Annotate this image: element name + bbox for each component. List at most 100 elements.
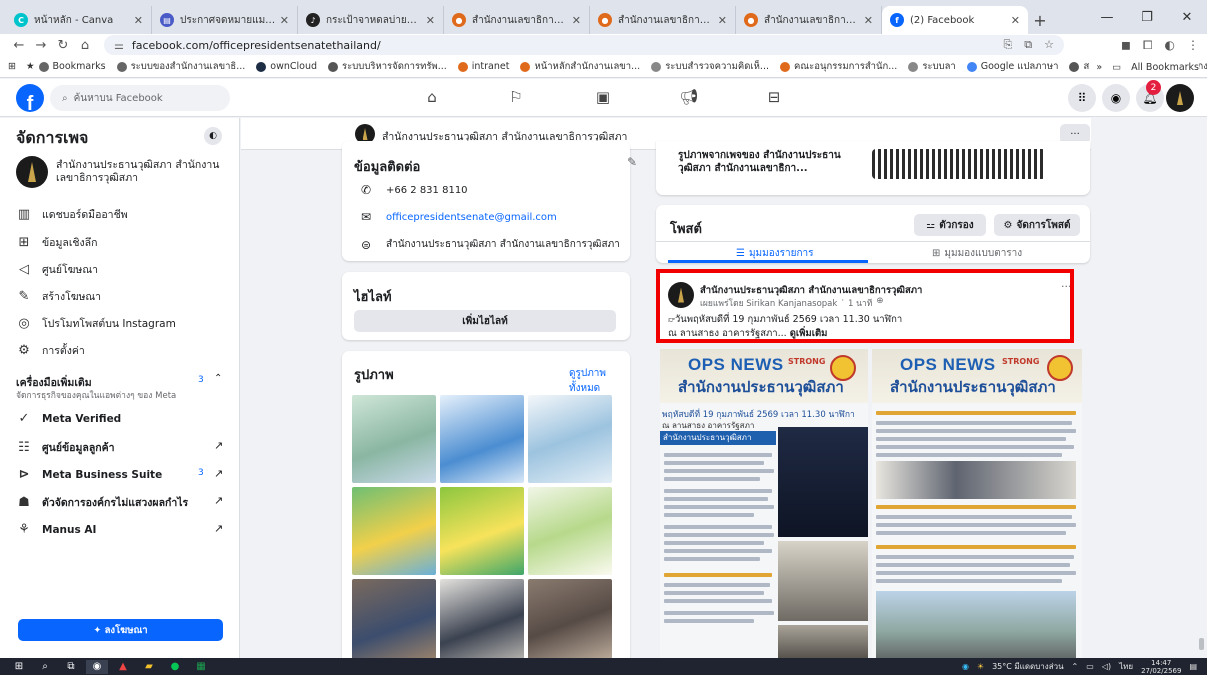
megaphone-nav-icon[interactable]: 📢︎ — [678, 88, 700, 108]
menu-grid-icon[interactable]: ⠿ — [1068, 84, 1096, 112]
tab-close-icon[interactable]: ✕ — [864, 14, 873, 27]
task-view-icon[interactable]: ⧉ — [60, 660, 82, 674]
flag-nav-icon[interactable]: ⚐ — [505, 88, 527, 108]
sidebar-item[interactable]: ◎ โปรโมทโพสต์บน Instagram — [16, 315, 176, 332]
browser-tab[interactable]: ♪ กระเป้าจาหดลบ่ายวนน้ำ ทำเองได้ทำ ✕ — [298, 6, 444, 34]
facebook-logo-icon[interactable]: f — [16, 84, 44, 112]
sidebar-page-profile[interactable]: สำนักงานประธานวุฒิสภา สำนักงานเลขาธิการว… — [16, 156, 226, 188]
scrollbar-thumb[interactable] — [1199, 638, 1204, 650]
photo-thumbnail[interactable] — [352, 579, 436, 667]
sidebar-item[interactable]: ⊞ ข้อมูลเชิงลึก — [16, 234, 98, 251]
tray-chevron-icon[interactable]: ⌃ — [1072, 662, 1079, 671]
restore-icon[interactable]: ❐ — [1127, 0, 1167, 34]
external-link-icon[interactable]: ↗ — [214, 522, 223, 535]
post-time[interactable]: 1 นาที — [848, 296, 872, 310]
taskbar-excel-icon[interactable]: ▦ — [190, 660, 212, 674]
post-image-left[interactable]: OPS NEWS STRONG สำนักงานประธานวุฒิสภา พฤ… — [660, 349, 868, 658]
reload-icon[interactable]: ↻ — [52, 38, 74, 53]
translate-icon[interactable]: ⎘ — [1003, 38, 1012, 52]
forward-icon[interactable]: → — [30, 38, 52, 53]
tab-close-icon[interactable]: ✕ — [426, 14, 435, 27]
photo-thumbnail[interactable] — [440, 487, 524, 575]
manage-posts-button[interactable]: ⚙ จัดการโพสต์ — [994, 214, 1080, 236]
browser-tab[interactable]: ● สำนักงานเลขาธิการวุฒิสภา ✕ — [444, 6, 590, 34]
photo-thumbnail[interactable] — [528, 487, 612, 575]
sidebar-item[interactable]: ⚙ การตั้งค่า — [16, 342, 85, 359]
star-icon[interactable]: ☆ — [1044, 38, 1054, 52]
bookmarks-more[interactable]: » — [1096, 62, 1102, 73]
browser-tab[interactable]: ▤ ประกาศจดหมายแมนต์ - A4 ✕ — [152, 6, 298, 34]
puzzle-icon[interactable]: ⧠ — [1143, 38, 1153, 53]
notification-center-icon[interactable]: ▤ — [1189, 662, 1197, 671]
promote-button[interactable]: ✦ ลงโฆษณา — [18, 619, 223, 641]
see-more-link[interactable]: ดูเพิ่มเติม — [790, 328, 828, 339]
external-link-icon[interactable]: ↗ — [214, 439, 223, 452]
edit-pencil-icon[interactable]: ✎ — [627, 155, 637, 169]
browser-tab[interactable]: C หน้าหลัก - Canva ✕ — [6, 6, 152, 34]
bookmark-item[interactable]: ระบบสำรวจความคิดเห็... — [651, 59, 769, 74]
apps-icon[interactable]: ⊞ — [8, 61, 16, 72]
site-info-icon[interactable]: ⚌ — [114, 39, 124, 52]
sidebar-tool-item[interactable]: ☗ ตัวจัดการองค์กรไม่แสวงผลกำไร — [16, 494, 188, 511]
home-nav-icon[interactable]: ⌂ — [421, 88, 443, 108]
tab-close-icon[interactable]: ✕ — [572, 14, 581, 27]
tray-volume-icon[interactable]: ◁) — [1102, 662, 1111, 671]
messenger-icon[interactable]: ◉ — [1102, 84, 1130, 112]
featured-photo-image[interactable] — [872, 149, 1046, 179]
see-all-photos-link[interactable]: ดูรูปภาพทั้งหมด — [569, 366, 630, 396]
tab-list-view[interactable]: ☰ มุมมองรายการ — [736, 246, 814, 261]
sidebar-item[interactable]: ▥ แดชบอร์ดมืออาชีพ — [16, 206, 128, 223]
taskbar-weather[interactable]: 35°C มีแดดบางส่วน — [992, 660, 1063, 673]
windows-start-icon[interactable]: ⊞ — [8, 660, 30, 674]
post-image-right[interactable]: OPS NEWS STRONG สำนักงานประธานวุฒิสภา — [872, 349, 1082, 658]
browser-tab[interactable]: f (2) Facebook ✕ — [882, 6, 1028, 34]
sidebar-item[interactable]: ✎ สร้างโฆษณา — [16, 288, 102, 305]
add-highlight-button[interactable]: เพิ่มไฮไลท์ — [354, 310, 616, 332]
featured-photo-card[interactable]: รูปภาพจากเพจของ สำนักงานประธานวุฒิสภา สำ… — [656, 141, 1090, 195]
photo-thumbnail[interactable] — [528, 395, 612, 483]
all-bookmarks-link[interactable]: All Bookmarks — [1131, 62, 1199, 73]
browser-tab[interactable]: ● สำนักงานเลขาธิการวุฒิสภา ✕ — [736, 6, 882, 34]
bookmark-item[interactable]: Google แปลภาษา — [966, 59, 1058, 74]
photo-thumbnail[interactable] — [528, 579, 612, 667]
bookmark-item[interactable]: ระบบลา — [908, 59, 956, 74]
back-icon[interactable]: ← — [8, 38, 30, 53]
tray-network-icon[interactable]: ▭ — [1086, 662, 1094, 671]
taskbar-chrome-icon[interactable]: ◉ — [86, 659, 108, 674]
dashboard-nav-icon[interactable]: ▣ — [592, 88, 614, 108]
taskbar-search-icon[interactable]: ⌕ — [34, 660, 56, 674]
taskbar-line-icon[interactable]: ● — [164, 660, 186, 674]
bookmark-item[interactable]: หน้าหลักสำนักงานเลขา... — [520, 59, 640, 74]
share-icon[interactable]: ⧉ — [1024, 38, 1032, 52]
photo-thumbnail[interactable] — [352, 487, 436, 575]
extension-icon[interactable]: ◼ — [1121, 38, 1131, 53]
bookmark-item[interactable]: Bookmarks — [38, 59, 106, 74]
tab-grid-view[interactable]: ⊞ มุมมองแบบตาราง — [932, 246, 1022, 261]
sidebar-tool-item[interactable]: ✓ Meta Verified — [16, 411, 122, 426]
theme-toggle-icon[interactable]: ◐ — [204, 127, 222, 145]
calendar-nav-icon[interactable]: ⊟ — [763, 88, 785, 108]
bookmark-item[interactable]: intranet — [457, 59, 509, 74]
bookmark-item[interactable]: คณะอนุกรรมการสำนัก... — [779, 59, 897, 74]
sidebar-item[interactable]: ◁ ศูนย์โฆษณา — [16, 261, 98, 278]
bookmark-item[interactable]: ระบบของสำนักงานเลขาธิ... — [116, 59, 245, 74]
browser-tab[interactable]: ● สำนักงานเลขาธิการวุฒิสภา ✕ — [590, 6, 736, 34]
sidebar-tool-item[interactable]: ⚘ Manus AI — [16, 522, 96, 537]
photo-thumbnail[interactable] — [440, 395, 524, 483]
photo-thumbnail[interactable] — [352, 395, 436, 483]
sidebar-tool-item[interactable]: ☷ ศูนย์ข้อมูลลูกค้า — [16, 439, 114, 456]
collapse-chevron-icon[interactable]: ⌃ — [214, 373, 222, 384]
account-avatar[interactable] — [1166, 84, 1194, 112]
taskbar-explorer-icon[interactable]: ▰ — [138, 660, 160, 674]
photo-thumbnail[interactable] — [440, 579, 524, 667]
taskbar-clock[interactable]: 14:47 27/02/2569 — [1141, 659, 1181, 675]
taskbar-network-app-icon[interactable]: ◉ — [962, 662, 969, 671]
post-author-avatar[interactable] — [668, 282, 694, 308]
contact-email-link[interactable]: officepresidentsenate@gmail.com — [386, 212, 557, 223]
bookmark-item[interactable]: ระบบบริหารจัดการทรัพ... — [328, 59, 447, 74]
facebook-search-input[interactable]: ⌕ ค้นหาบน Facebook — [50, 85, 230, 111]
page-scrollbar[interactable] — [1196, 118, 1207, 658]
url-input[interactable]: ⚌ facebook.com/officepresidentsenatethai… — [104, 35, 1064, 55]
new-tab-icon[interactable]: + — [1028, 6, 1052, 34]
profile-icon[interactable]: ◐ — [1165, 38, 1175, 53]
